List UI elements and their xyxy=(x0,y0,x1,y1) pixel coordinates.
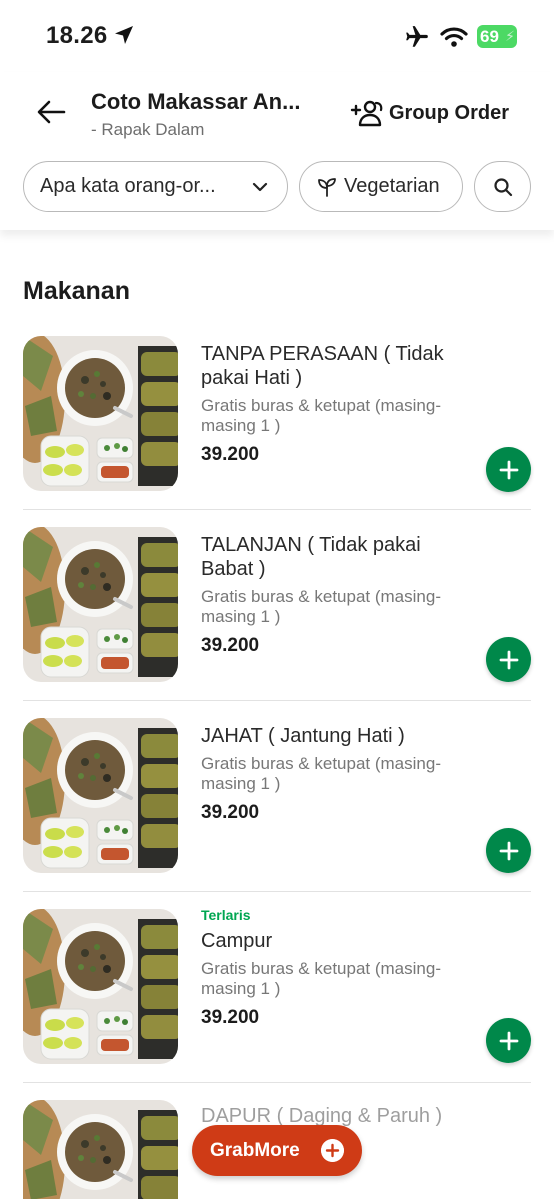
add-item-button[interactable] xyxy=(486,447,531,492)
battery-level: 69 xyxy=(480,27,499,46)
add-item-button[interactable] xyxy=(486,1018,531,1063)
menu-item-name: JAHAT ( Jantung Hati ) xyxy=(201,725,405,747)
plus-circle-icon xyxy=(321,1139,344,1162)
location-arrow-icon xyxy=(115,26,133,44)
add-item-button[interactable] xyxy=(486,828,531,873)
menu-item-description: Gratis buras & ketupat (masing-masing 1 … xyxy=(201,754,441,793)
menu-item-image[interactable] xyxy=(23,718,178,873)
status-time: 18.26 xyxy=(46,22,108,49)
menu-item-price: 39.200 xyxy=(201,444,260,465)
reviews-filter-chip[interactable]: Apa kata orang-or... xyxy=(23,161,288,212)
menu-item-name: Campur xyxy=(201,930,273,952)
menu-item-details[interactable]: JAHAT ( Jantung Hati ) Gratis buras & ket… xyxy=(201,724,471,824)
plus-icon xyxy=(499,460,518,479)
menu-item-details[interactable]: TANPA PERASAAN ( Tidak pakai Hati ) Grati… xyxy=(201,342,471,466)
section-title: Makanan xyxy=(23,277,130,305)
sprout-icon xyxy=(318,177,336,197)
wifi-icon xyxy=(440,27,468,47)
menu-item-image[interactable] xyxy=(23,527,178,682)
item-divider xyxy=(23,1082,531,1083)
grabmore-label: GrabMore xyxy=(210,1139,300,1161)
bestseller-badge: Terlaris xyxy=(201,907,251,923)
plus-icon xyxy=(499,1031,518,1050)
group-order-button[interactable]: Group Order xyxy=(349,98,509,128)
airplane-mode-icon xyxy=(406,26,428,47)
menu-item-details[interactable]: Terlaris Campur Gratis buras & ketupat (ma… xyxy=(201,907,471,1029)
plus-icon xyxy=(499,841,518,860)
item-divider xyxy=(23,509,531,510)
menu-item-description: Gratis buras & ketupat (masing-masing 1 … xyxy=(201,959,441,998)
menu-item-image[interactable] xyxy=(23,336,178,491)
back-arrow-icon[interactable] xyxy=(30,94,70,130)
group-order-label: Group Order xyxy=(389,101,510,124)
store-location: - Rapak Dalam xyxy=(91,120,205,139)
menu-item-price: 39.200 xyxy=(201,635,260,656)
reviews-filter-label: Apa kata orang-or... xyxy=(40,175,216,197)
charging-bolt-icon: ⚡ xyxy=(505,28,515,44)
search-button[interactable] xyxy=(474,161,531,212)
menu-item-description: Gratis buras & ketupat (masing-masing 1 … xyxy=(201,396,441,435)
menu-item-name: TALANJAN ( Tidak pakai Babat ) xyxy=(201,534,421,580)
status-bar: 18.26 69 ⚡ xyxy=(0,0,554,72)
menu-item-details[interactable]: TALANJAN ( Tidak pakai Babat ) Gratis bur… xyxy=(201,533,471,657)
menu-item-price: 39.200 xyxy=(201,802,260,823)
menu-item-price: 39.200 xyxy=(201,1007,260,1028)
menu-item-image[interactable] xyxy=(23,909,178,1064)
chevron-down-icon xyxy=(252,182,268,192)
store-name[interactable]: Coto Makassar An... xyxy=(91,89,300,115)
menu-item-image[interactable] xyxy=(23,1100,178,1199)
menu-item-name: TANPA PERASAAN ( Tidak pakai Hati ) xyxy=(201,343,444,389)
store-header: Coto Makassar An... - Rapak Dalam Group … xyxy=(0,72,554,230)
group-add-icon xyxy=(350,100,383,127)
search-icon xyxy=(493,177,512,196)
plus-icon xyxy=(499,650,518,669)
menu-item-description: Gratis buras & ketupat (masing-masing 1 … xyxy=(201,587,441,626)
add-item-button[interactable] xyxy=(486,637,531,682)
grabmore-button[interactable]: GrabMore xyxy=(192,1125,362,1176)
item-divider xyxy=(23,891,531,892)
item-divider xyxy=(23,700,531,701)
vegetarian-label: Vegetarian xyxy=(344,175,440,197)
battery-indicator: 69 ⚡ xyxy=(477,25,517,48)
vegetarian-chip[interactable]: Vegetarian xyxy=(299,161,463,212)
